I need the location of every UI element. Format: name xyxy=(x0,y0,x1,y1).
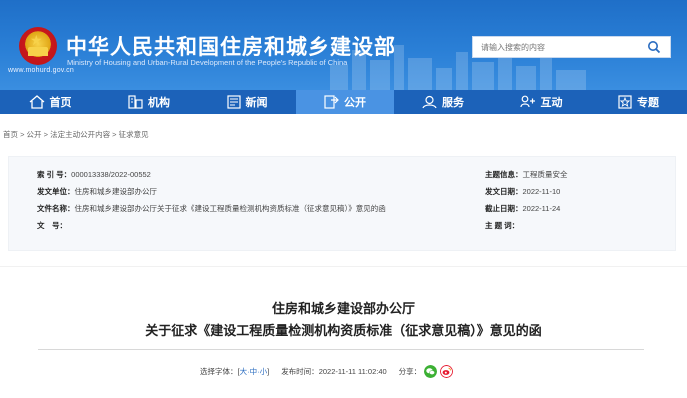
meta-label: 主 题 词： xyxy=(485,221,520,230)
breadcrumb[interactable]: 首页 > 公开 > 法定主动公开内容 > 征求意见 xyxy=(3,129,149,140)
nav-label: 服务 xyxy=(442,97,464,109)
site-header: ★ www.mohurd.gov.cn 中华人民共和国住房和城乡建设部 Mini… xyxy=(0,0,687,90)
site-url: www.mohurd.gov.cn xyxy=(8,67,74,74)
nav-item-topic[interactable]: 专题 xyxy=(590,90,687,114)
nav-label: 首页 xyxy=(49,97,72,109)
tiananmen-icon xyxy=(28,47,48,56)
nav-label: 机构 xyxy=(148,97,170,109)
meta-value: 2022-11-10 xyxy=(522,187,561,196)
national-emblem-logo[interactable]: ★ xyxy=(19,27,57,65)
meta-label: 文件名称： xyxy=(37,204,75,213)
nav-item-home[interactable]: 首页 xyxy=(0,90,100,114)
document-meta-box: 索 引 号：000013338/2022-00552 发文单位：住房和城乡建设部… xyxy=(8,156,676,251)
wechat-share-icon[interactable] xyxy=(424,365,438,378)
title-divider xyxy=(38,349,644,350)
star-icon: ★ xyxy=(30,32,43,48)
meta-label: 发文日期： xyxy=(485,187,523,196)
topic-icon xyxy=(618,95,632,109)
home-icon xyxy=(29,95,44,109)
nav-item-interact[interactable]: 互动 xyxy=(492,90,590,114)
publish-time-value: 2022-11-11 11:02:40 xyxy=(318,367,387,376)
nav-item-organization[interactable]: 机构 xyxy=(100,90,198,114)
meta-label: 截止日期： xyxy=(485,204,523,213)
document-title-line2: 关于征求《建设工程质量检测机构资质标准（征求意见稿）》意见的函 xyxy=(145,323,542,338)
meta-label: 索 引 号： xyxy=(37,170,72,179)
font-size-label: 选择字体：[ xyxy=(200,367,240,376)
nav-label: 公开 xyxy=(344,97,366,109)
meta-label: 主题信息： xyxy=(485,170,523,179)
meta-deadline: 截止日期：2022-11-24 xyxy=(485,203,560,214)
meta-label: 文 号： xyxy=(37,221,67,230)
font-small-button[interactable]: 小 xyxy=(260,366,268,377)
meta-label: 发文单位： xyxy=(37,187,75,196)
meta-docno: 文 号： xyxy=(37,220,67,231)
building-icon xyxy=(128,95,143,109)
meta-topic: 主题信息：工程质量安全 xyxy=(485,169,568,180)
site-title-cn[interactable]: 中华人民共和国住房和城乡建设部 xyxy=(66,31,396,61)
meta-unit: 发文单位：住房和城乡建设部办公厅 xyxy=(37,186,157,197)
open-icon xyxy=(324,95,339,109)
nav-item-open[interactable]: 公开 xyxy=(296,90,394,114)
meta-value: 住房和城乡建设部办公厅关于征求《建设工程质量检测机构资质标准（征求意见稿）》意见… xyxy=(74,204,386,213)
font-size-label-end: ] xyxy=(267,367,270,376)
search-input[interactable] xyxy=(473,37,641,58)
search-icon[interactable] xyxy=(647,40,661,54)
publish-time-label: 发布时间： xyxy=(281,367,319,376)
nav-label: 专题 xyxy=(637,97,659,109)
meta-value: 000013338/2022-00552 xyxy=(71,170,151,179)
font-large-button[interactable]: 大 xyxy=(240,366,248,377)
nav-item-news[interactable]: 新闻 xyxy=(198,90,296,114)
meta-value: 住房和城乡建设部办公厅 xyxy=(74,187,158,196)
meta-value: 工程质量安全 xyxy=(522,170,568,179)
meta-value: 2022-11-24 xyxy=(522,204,561,213)
section-divider xyxy=(0,266,687,267)
interact-icon xyxy=(519,95,535,108)
font-medium-button[interactable]: 中 xyxy=(250,366,258,377)
share-label: 分享： xyxy=(398,367,422,376)
main-nav: 首页 机构 新闻 公开 服务 互动 专题 xyxy=(0,90,687,114)
nav-item-service[interactable]: 服务 xyxy=(394,90,492,114)
meta-index: 索 引 号：000013338/2022-00552 xyxy=(37,169,151,180)
weibo-share-icon[interactable] xyxy=(440,365,454,378)
meta-filename: 文件名称：住房和城乡建设部办公厅关于征求《建设工程质量检测机构资质标准（征求意见… xyxy=(37,203,386,214)
meta-date: 发文日期：2022-11-10 xyxy=(485,186,560,197)
document-title-line1: 住房和城乡建设部办公厅 xyxy=(271,301,415,316)
service-icon xyxy=(422,95,437,109)
meta-keywords: 主 题 词： xyxy=(485,220,519,231)
nav-label: 新闻 xyxy=(245,97,268,109)
search-box xyxy=(472,36,671,58)
article-tools: 选择字体：[ 大 · 中 · 小 ] 发布时间： 2022-11-11 11:0… xyxy=(200,365,454,378)
site-title-en: Ministry of Housing and Urban-Rural Deve… xyxy=(67,58,348,67)
nav-label: 互动 xyxy=(540,97,563,109)
news-icon xyxy=(226,95,241,109)
